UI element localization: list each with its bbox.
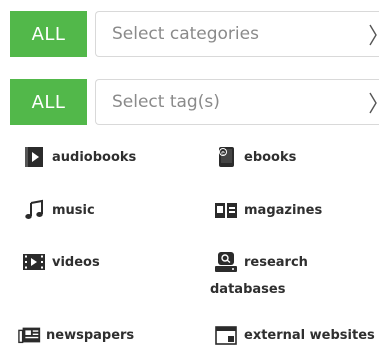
all-categories-button[interactable]: ALL xyxy=(10,11,87,57)
all-tags-button[interactable]: ALL xyxy=(10,79,87,125)
categories-filter: ALL Select categories xyxy=(10,11,379,57)
tags-placeholder: Select tag(s) xyxy=(112,92,220,112)
newspaper-icon xyxy=(18,324,42,346)
categories-placeholder: Select categories xyxy=(112,24,259,44)
categories-select[interactable]: Select categories xyxy=(95,11,379,57)
music-label: music xyxy=(52,202,95,218)
ebooks-label: ebooks xyxy=(244,149,297,165)
ebook-icon: e xyxy=(214,146,238,168)
tags-filter: ALL Select tag(s) xyxy=(10,79,379,125)
chevron-right-icon xyxy=(369,24,377,46)
audiobooks-label: audiobooks xyxy=(52,149,137,165)
newspapers-label: newspapers xyxy=(46,327,135,343)
category-music[interactable]: music xyxy=(22,199,95,221)
film-icon xyxy=(22,251,46,273)
category-videos[interactable]: videos xyxy=(22,251,100,273)
database-search-icon xyxy=(214,251,238,273)
music-note-icon xyxy=(22,199,46,221)
research-label: research xyxy=(244,254,308,270)
research-label-continued[interactable]: databases xyxy=(210,282,285,297)
category-magazines[interactable]: magazines xyxy=(214,199,322,221)
tags-select[interactable]: Select tag(s) xyxy=(95,79,379,125)
play-square-icon xyxy=(22,146,46,168)
category-audiobooks[interactable]: audiobooks xyxy=(22,146,136,168)
browser-window-icon xyxy=(214,324,238,346)
magazines-label: magazines xyxy=(244,202,323,218)
chevron-right-icon xyxy=(369,92,377,114)
category-ebooks[interactable]: e ebooks xyxy=(214,146,296,168)
category-newspapers[interactable]: newspapers xyxy=(18,324,134,346)
magazine-icon xyxy=(214,199,238,221)
videos-label: videos xyxy=(52,254,100,270)
svg-text:e: e xyxy=(221,150,225,157)
external-websites-label: external websites xyxy=(244,327,375,343)
category-research-databases[interactable]: research xyxy=(214,251,308,273)
category-external-websites[interactable]: external websites xyxy=(214,324,375,346)
